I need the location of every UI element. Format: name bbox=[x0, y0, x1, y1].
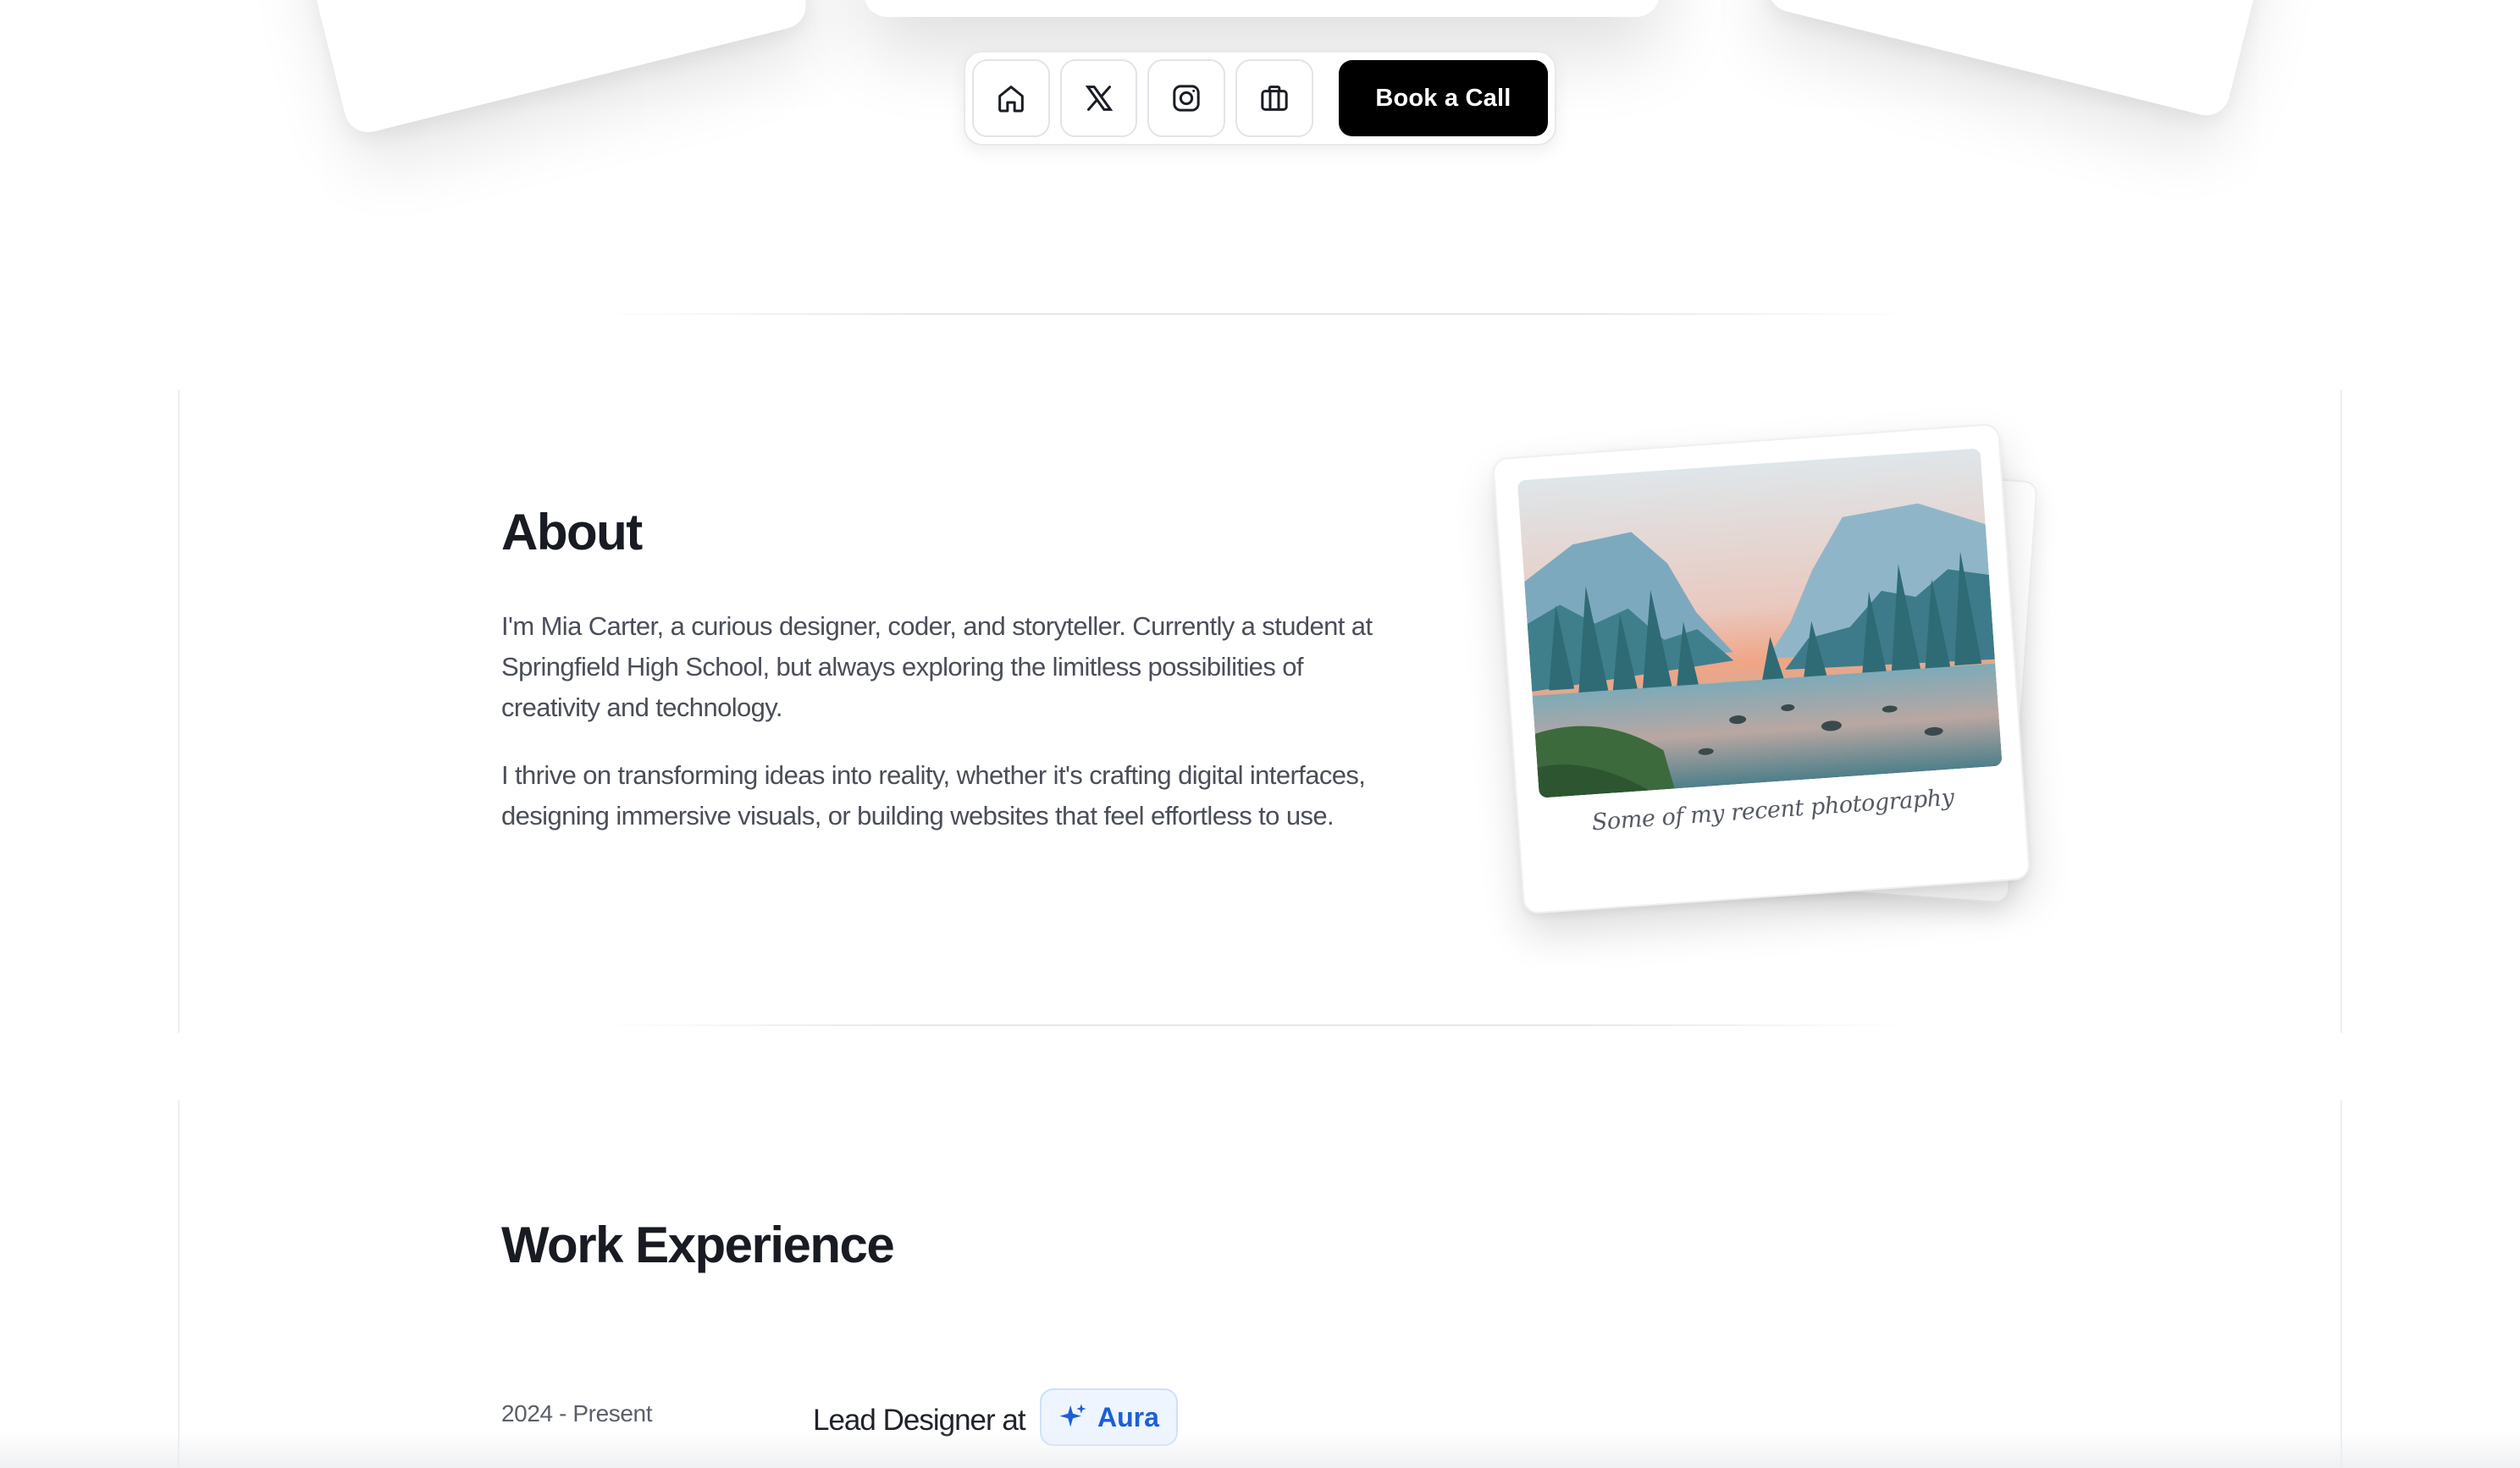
home-icon bbox=[998, 86, 1024, 113]
book-a-call-button[interactable]: Book a Call bbox=[1338, 60, 1548, 136]
bottom-fade bbox=[0, 1431, 2520, 1468]
divider-middle bbox=[593, 1024, 1914, 1026]
briefcase-icon bbox=[1261, 86, 1288, 111]
work-title: Work Experience bbox=[501, 1217, 895, 1273]
nav-work-button[interactable] bbox=[1235, 59, 1313, 137]
instagram-icon bbox=[1173, 85, 1200, 112]
photo-polaroid: Some of my recent photography bbox=[1491, 422, 2031, 915]
sparkle-icon bbox=[1059, 1404, 1086, 1427]
about-paragraph-2: I thrive on transforming ideas into real… bbox=[501, 760, 1366, 831]
top-card-left bbox=[273, 0, 811, 138]
about-title: About bbox=[501, 504, 643, 560]
nav-x-button[interactable] bbox=[1059, 59, 1138, 137]
page: Book a Call About I'm Mia Carter, a curi… bbox=[0, 0, 2520, 1468]
x-logo-icon bbox=[1085, 86, 1113, 111]
divider-top bbox=[593, 313, 1914, 315]
work-date: 2024 - Present bbox=[501, 1400, 653, 1427]
nav-home-button[interactable] bbox=[972, 59, 1050, 137]
nav-dock: Book a Call bbox=[964, 51, 1556, 146]
landscape-photo bbox=[1517, 448, 2003, 798]
about-paragraph-1: I'm Mia Carter, a curious designer, code… bbox=[501, 611, 1373, 722]
top-card-center bbox=[864, 0, 1660, 17]
company-name: Aura bbox=[1097, 1401, 1159, 1432]
top-card-right bbox=[1763, 0, 2302, 121]
about-text: I'm Mia Carter, a curious designer, code… bbox=[501, 606, 1382, 864]
nav-instagram-button[interactable] bbox=[1147, 59, 1226, 137]
